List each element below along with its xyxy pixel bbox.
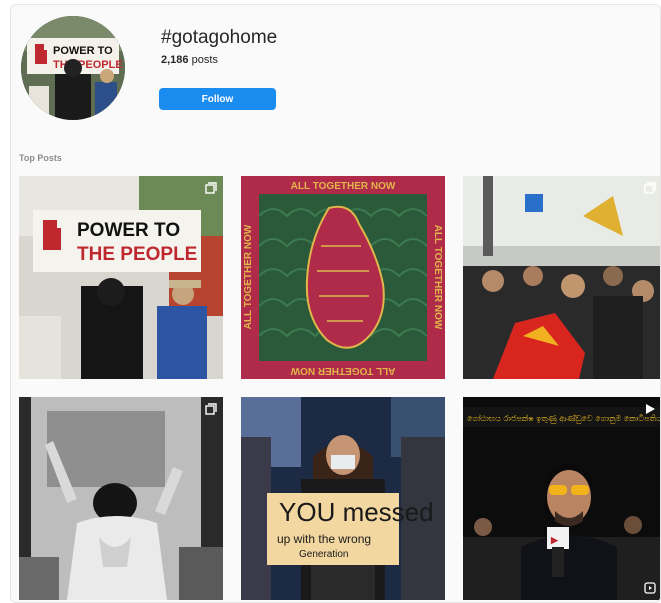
sign-text-line1: POWER TO (77, 220, 180, 241)
post-tile-1[interactable]: POWER TO THE PEOPLE (19, 176, 223, 379)
svg-text:POWER TO: POWER TO (53, 45, 113, 57)
hashtag-avatar: POWER TO THE PEOPLE (21, 16, 125, 120)
top-posts-label: Top Posts (19, 153, 62, 163)
post-tile-6[interactable]: ගෝඨාභය රාජපක්ෂ ඉතුණු ආණ්ඩුවෙ ගොනුම කොටිප… (463, 397, 661, 600)
post-tile-3[interactable] (463, 176, 660, 379)
svg-text:▶: ▶ (550, 535, 559, 545)
svg-text:THE PEOPLE: THE PEOPLE (53, 59, 123, 71)
hashtag-title: #gotagohome (161, 27, 278, 48)
reel-icon (644, 582, 656, 594)
post-count-suffix: posts (188, 54, 218, 66)
post-count-number: 2,186 (161, 54, 189, 66)
sign-text-line3: Generation (299, 549, 348, 560)
follow-button[interactable]: Follow (159, 88, 276, 110)
multiple-photos-icon (205, 182, 217, 194)
sign-text-line2: up with the wrong (277, 532, 371, 546)
sign-text-line2: THE PEOPLE (77, 244, 197, 265)
video-play-icon (644, 403, 656, 415)
multiple-photos-icon (644, 182, 656, 194)
poster-border-text-left: ALL TOGETHER NOW (243, 224, 254, 329)
hashtag-page: POWER TO THE PEOPLE #gotagohome 2,186 po… (10, 4, 661, 603)
poster-border-text-right: ALL TOGETHER NOW (432, 225, 443, 330)
post-tile-5[interactable]: YOU messed up with the wrong Generation (241, 397, 445, 600)
post-count: 2,186 posts (161, 54, 218, 66)
post-tile-4[interactable] (19, 397, 223, 600)
poster-border-text-bottom: ALL TOGETHER NOW (290, 365, 395, 376)
poster-border-text-top: ALL TOGETHER NOW (291, 181, 396, 192)
post-tile-2[interactable]: ALL TOGETHER NOW ALL TOGETHER NOW ALL TO… (241, 176, 445, 379)
sign-text-line1: YOU messed (279, 497, 434, 527)
video-caption: ගෝඨාභය රාජපක්ෂ ඉතුණු ආණ්ඩුවෙ ගොනුම කොටිප… (467, 413, 661, 424)
multiple-photos-icon (205, 403, 217, 415)
